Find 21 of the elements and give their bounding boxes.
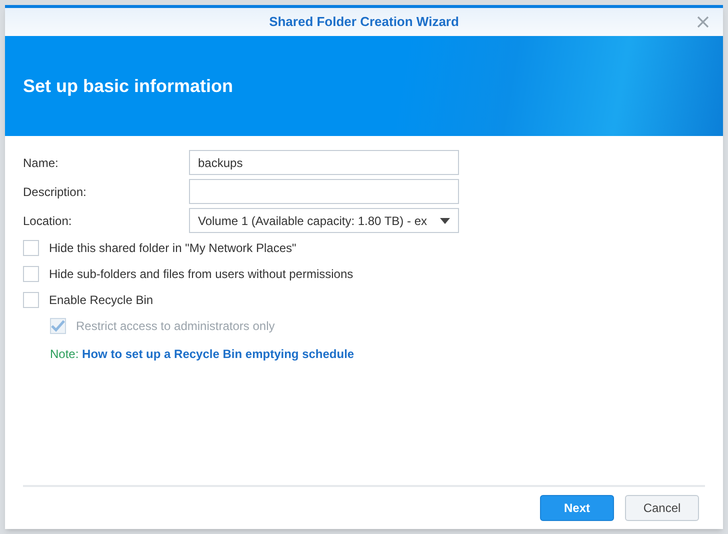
checkbox[interactable] — [23, 292, 39, 308]
text-field[interactable]: backups — [189, 150, 459, 175]
checkbox-label: Hide sub-folders and files from users without permissions — [49, 266, 354, 283]
checkbox-label: Enable Recycle Bin — [49, 292, 154, 309]
checkmark-icon — [51, 320, 65, 332]
header-title: Set up basic information — [23, 74, 234, 98]
checkbox[interactable] — [23, 266, 39, 282]
text-field[interactable] — [189, 179, 459, 204]
location-dropdown[interactable]: Volume 1 (Available capacity: 1.80 TB) - ex — [189, 208, 459, 233]
field-label: Description: — [23, 184, 88, 200]
checkbox-label: Restrict access to administrators only — [76, 318, 275, 335]
note-text: Note: How to set up a Recycle Bin emptying schedule — [49, 346, 356, 363]
checkbox-label: Hide this shared folder in "My Network Places" — [49, 240, 296, 257]
caret-icon — [440, 218, 450, 224]
window-title: Shared Folder Creation Wizard — [269, 13, 459, 32]
recycle-bin-schedule-link[interactable]: How to set up a Recycle Bin emptying schedule — [82, 347, 354, 361]
checkbox[interactable] — [23, 240, 39, 256]
field-label: Location: — [23, 212, 73, 230]
cancel-button[interactable]: Cancel — [625, 495, 699, 521]
field-label: Name: — [23, 154, 60, 172]
close-icon[interactable] — [697, 16, 709, 28]
